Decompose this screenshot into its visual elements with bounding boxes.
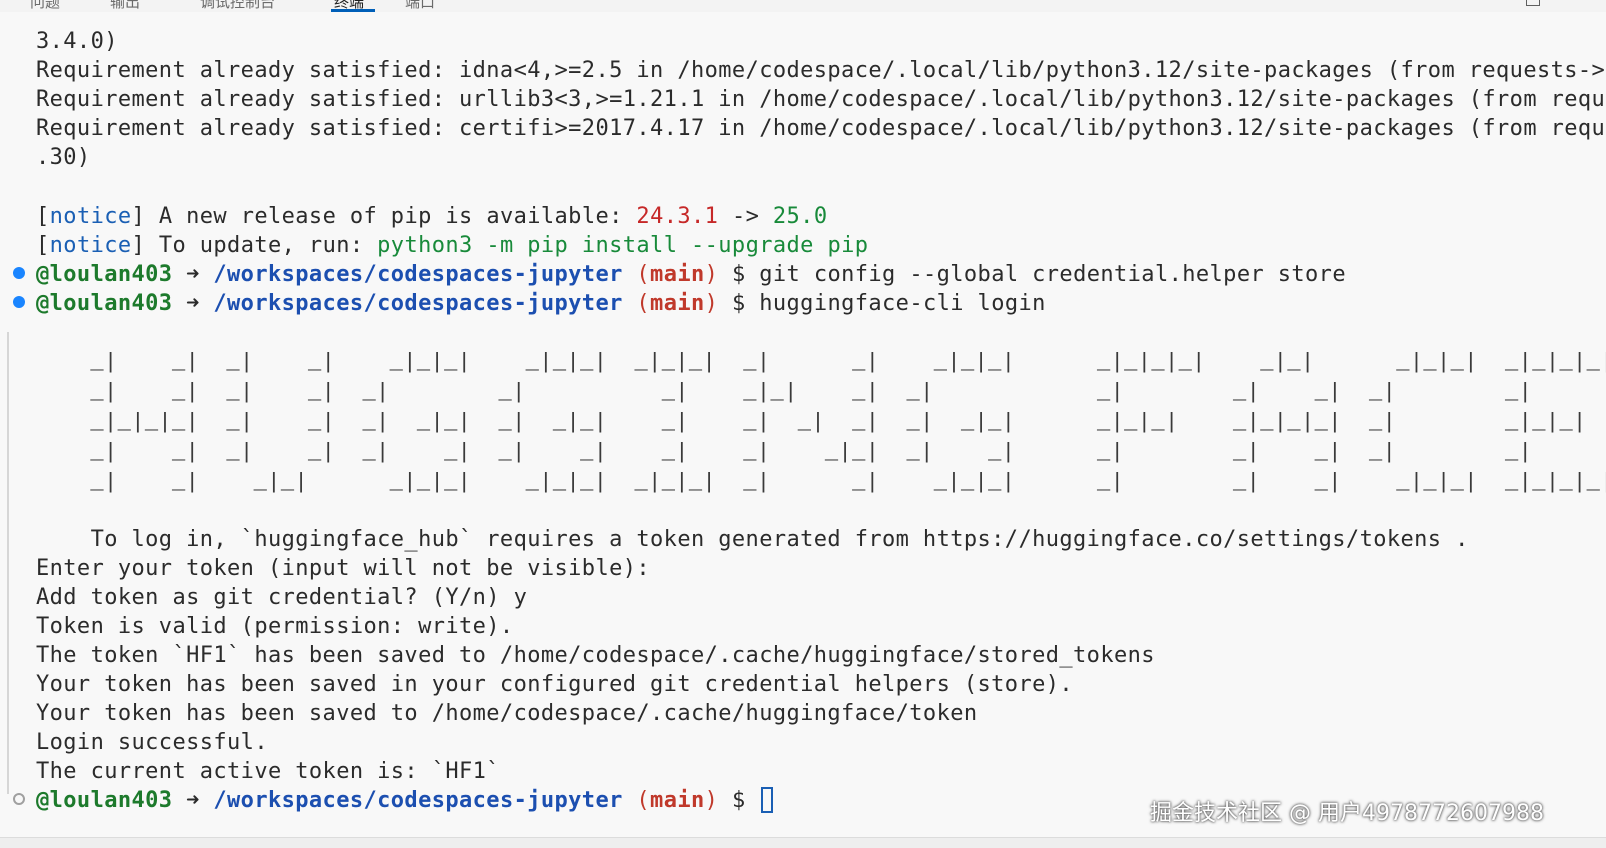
command-success-dot[interactable] [13, 267, 25, 279]
command-text: huggingface-cli login [759, 291, 1046, 316]
terminal-line: The current active token is: `HF1` [36, 759, 500, 784]
notice-tag: notice [49, 233, 132, 258]
command-output-gutter [7, 332, 9, 794]
prompt-user: @loulan403 [36, 788, 173, 813]
maximize-panel-icon[interactable] [1526, 0, 1540, 6]
prompt-branch: main [650, 262, 705, 287]
terminal-line: Add token as git credential? (Y/n) y [36, 585, 528, 610]
pip-notice-line: [notice] A new release of pip is availab… [36, 204, 828, 229]
command-success-dot[interactable] [13, 296, 25, 308]
active-prompt-line[interactable]: @loulan403 ➜ /workspaces/codespaces-jupy… [36, 786, 774, 816]
terminal-line: Requirement already satisfied: idna<4,>=… [36, 58, 1606, 83]
terminal-line: Enter your token (input will not be visi… [36, 556, 651, 581]
tab-problems[interactable]: 问题 [30, 0, 60, 12]
terminal-line: To log in, `huggingface_hub` requires a … [36, 527, 1469, 552]
panel-tab-bar: 问题 输出 调试控制台 终端 端口 [0, 0, 1606, 12]
terminal-line: Token is valid (permission: write). [36, 614, 514, 639]
panel-bottom-edge [0, 837, 1606, 848]
huggingface-ascii-banner: _| _| _| _| _|_|_| _|_|_| _|_|_| _| _| _… [90, 350, 1606, 495]
terminal-line: Your token has been saved to /home/codes… [36, 701, 978, 726]
terminal-line: Login successful. [36, 730, 268, 755]
prompt-line: @loulan403 ➜ /workspaces/codespaces-jupy… [36, 262, 1346, 287]
tab-output[interactable]: 输出 [110, 0, 140, 12]
terminal-line: .30) [36, 145, 91, 170]
terminal-line: The token `HF1` has been saved to /home/… [36, 643, 1155, 668]
tab-debug-console[interactable]: 调试控制台 [200, 0, 275, 12]
prompt-path: /workspaces/codespaces-jupyter [213, 788, 623, 813]
pip-update-line: [notice] To update, run: python3 -m pip … [36, 233, 869, 258]
tab-ports[interactable]: 端口 [405, 0, 435, 12]
terminal-line: Requirement already satisfied: urllib3<3… [36, 87, 1606, 112]
terminal-line: Your token has been saved in your config… [36, 672, 1074, 697]
pip-upgrade-command: python3 -m pip install --upgrade pip [377, 233, 869, 258]
prompt-line: @loulan403 ➜ /workspaces/codespaces-jupy… [36, 291, 1046, 316]
terminal-line: Requirement already satisfied: certifi>=… [36, 116, 1606, 141]
prompt-path: /workspaces/codespaces-jupyter [213, 262, 623, 287]
notice-tag: notice [49, 204, 132, 229]
prompt-arrow: ➜ [172, 788, 214, 813]
terminal-output[interactable]: 3.4.0) Requirement already satisfied: id… [0, 12, 1606, 837]
prompt-path: /workspaces/codespaces-jupyter [213, 291, 623, 316]
command-text: git config --global credential.helper st… [759, 262, 1346, 287]
prompt-arrow: ➜ [172, 291, 214, 316]
terminal-cursor[interactable] [761, 787, 774, 813]
terminal-line: 3.4.0) [36, 29, 118, 54]
prompt-user: @loulan403 [36, 291, 173, 316]
command-pending-dot[interactable] [13, 793, 25, 805]
watermark: 掘金技术社区 @ 用户4978772607988 [1150, 801, 1544, 826]
prompt-arrow: ➜ [172, 262, 214, 287]
prompt-branch: main [650, 788, 705, 813]
prompt-branch: main [650, 291, 705, 316]
prompt-user: @loulan403 [36, 262, 173, 287]
new-pip-version: 25.0 [772, 204, 828, 229]
old-pip-version: 24.3.1 [636, 204, 719, 229]
